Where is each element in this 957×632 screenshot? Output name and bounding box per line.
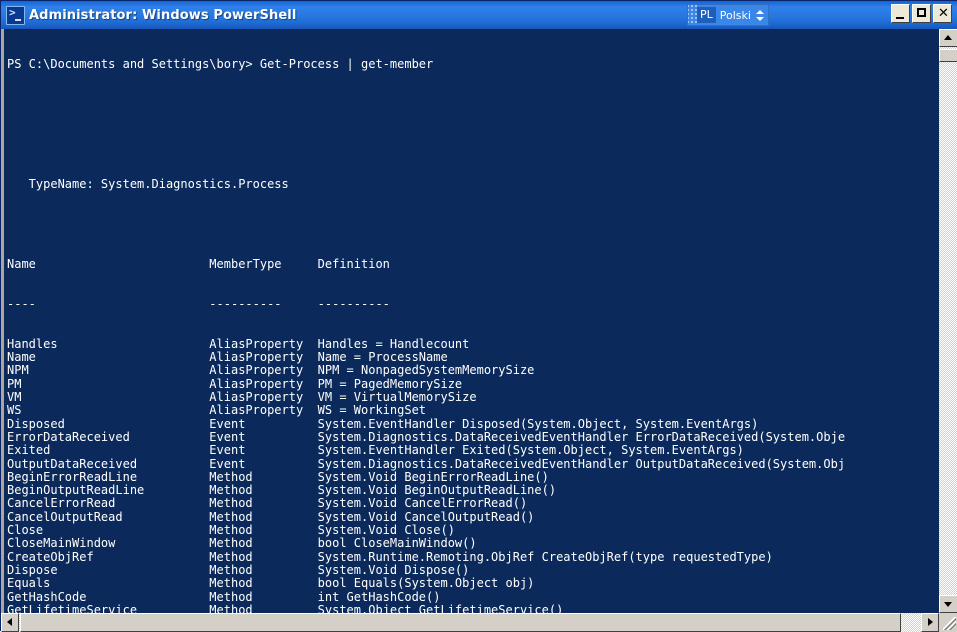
console-text: PS C:\Documents and Settings\bory> Get-P… [7, 31, 939, 613]
scroll-down-button[interactable] [939, 595, 957, 613]
table-row: PM AliasProperty PM = PagedMemorySize [7, 376, 463, 391]
table-body: Handles AliasProperty Handles = Handleco… [7, 336, 939, 613]
client-area: PS C:\Documents and Settings\bory> Get-P… [1, 29, 957, 632]
table-row: Exited Event System.EventHandler Exited(… [7, 443, 744, 458]
table-row: OutputDataReceived Event System.Diagnost… [7, 456, 846, 471]
table-row: Handles AliasProperty Handles = Handleco… [7, 336, 470, 351]
table-header: Name MemberType Definition [7, 256, 390, 271]
table-row: NPM AliasProperty NPM = NonpagedSystemMe… [7, 363, 535, 378]
console-output[interactable]: PS C:\Documents and Settings\bory> Get-P… [1, 29, 939, 613]
title-bar[interactable]: Administrator: Windows PowerShell [1, 1, 957, 29]
language-name[interactable]: Polski [716, 9, 755, 22]
prompt-line: PS C:\Documents and Settings\bory> Get-P… [7, 56, 434, 71]
table-row: BeginErrorReadLine Method System.Void Be… [7, 469, 549, 484]
close-button[interactable]: ✕ [933, 4, 952, 23]
table-row: ErrorDataReceived Event System.Diagnosti… [7, 429, 846, 444]
table-row: CancelErrorRead Method System.Void Cance… [7, 496, 528, 511]
table-row: Disposed Event System.EventHandler Dispo… [7, 416, 759, 431]
language-code[interactable]: PL [697, 7, 716, 23]
table-row: BeginOutputReadLine Method System.Void B… [7, 483, 557, 498]
triangle-left-icon [7, 618, 12, 626]
language-bar[interactable]: PL Polski [687, 4, 769, 26]
minimize-icon [896, 17, 904, 19]
horizontal-scrollbar[interactable] [1, 613, 939, 632]
table-row: GetHashCode Method int GetHashCode() [7, 589, 441, 604]
table-row: Equals Method bool Equals(System.Object … [7, 576, 535, 591]
window-title: Administrator: Windows PowerShell [29, 7, 297, 23]
typename-line: TypeName: System.Diagnostics.Process [7, 176, 289, 191]
language-bar-grip-icon[interactable] [688, 5, 697, 25]
window-controls: ✕ [891, 4, 952, 23]
minimize-button[interactable] [891, 4, 910, 23]
table-row: GetLifetimeService Method System.Object … [7, 603, 564, 613]
table-row: WS AliasProperty WS = WorkingSet [7, 403, 427, 418]
close-icon: ✕ [938, 6, 949, 21]
vertical-scrollbar-thumb[interactable] [939, 49, 957, 62]
chevron-up-icon[interactable] [756, 9, 764, 14]
table-row: CloseMainWindow Method bool CloseMainWin… [7, 536, 477, 551]
vertical-scrollbar[interactable] [939, 29, 957, 613]
powershell-icon[interactable] [6, 5, 25, 25]
triangle-down-icon [944, 602, 952, 607]
triangle-up-icon [944, 35, 952, 40]
table-header-rule: ---- ---------- ---------- [7, 296, 390, 311]
table-row: Name AliasProperty Name = ProcessName [7, 349, 448, 364]
table-row: Close Method System.Void Close() [7, 523, 455, 538]
maximize-button[interactable] [912, 4, 931, 23]
triangle-right-icon [928, 618, 933, 626]
resize-grip-icon[interactable] [939, 613, 957, 632]
powershell-window: Administrator: Windows PowerShell PL Pol… [0, 0, 957, 632]
table-row: CreateObjRef Method System.Runtime.Remot… [7, 549, 773, 564]
scroll-left-button[interactable] [1, 613, 19, 632]
language-bar-spinner[interactable] [755, 9, 768, 21]
horizontal-scrollbar-thumb[interactable] [20, 613, 901, 632]
scroll-right-button[interactable] [921, 613, 939, 632]
scroll-up-button[interactable] [939, 29, 957, 47]
table-row: VM AliasProperty VM = VirtualMemorySize [7, 389, 477, 404]
table-row: CancelOutputRead Method System.Void Canc… [7, 509, 535, 524]
chevron-down-icon[interactable] [756, 16, 764, 21]
table-row: Dispose Method System.Void Dispose() [7, 563, 470, 578]
maximize-icon [917, 8, 926, 17]
